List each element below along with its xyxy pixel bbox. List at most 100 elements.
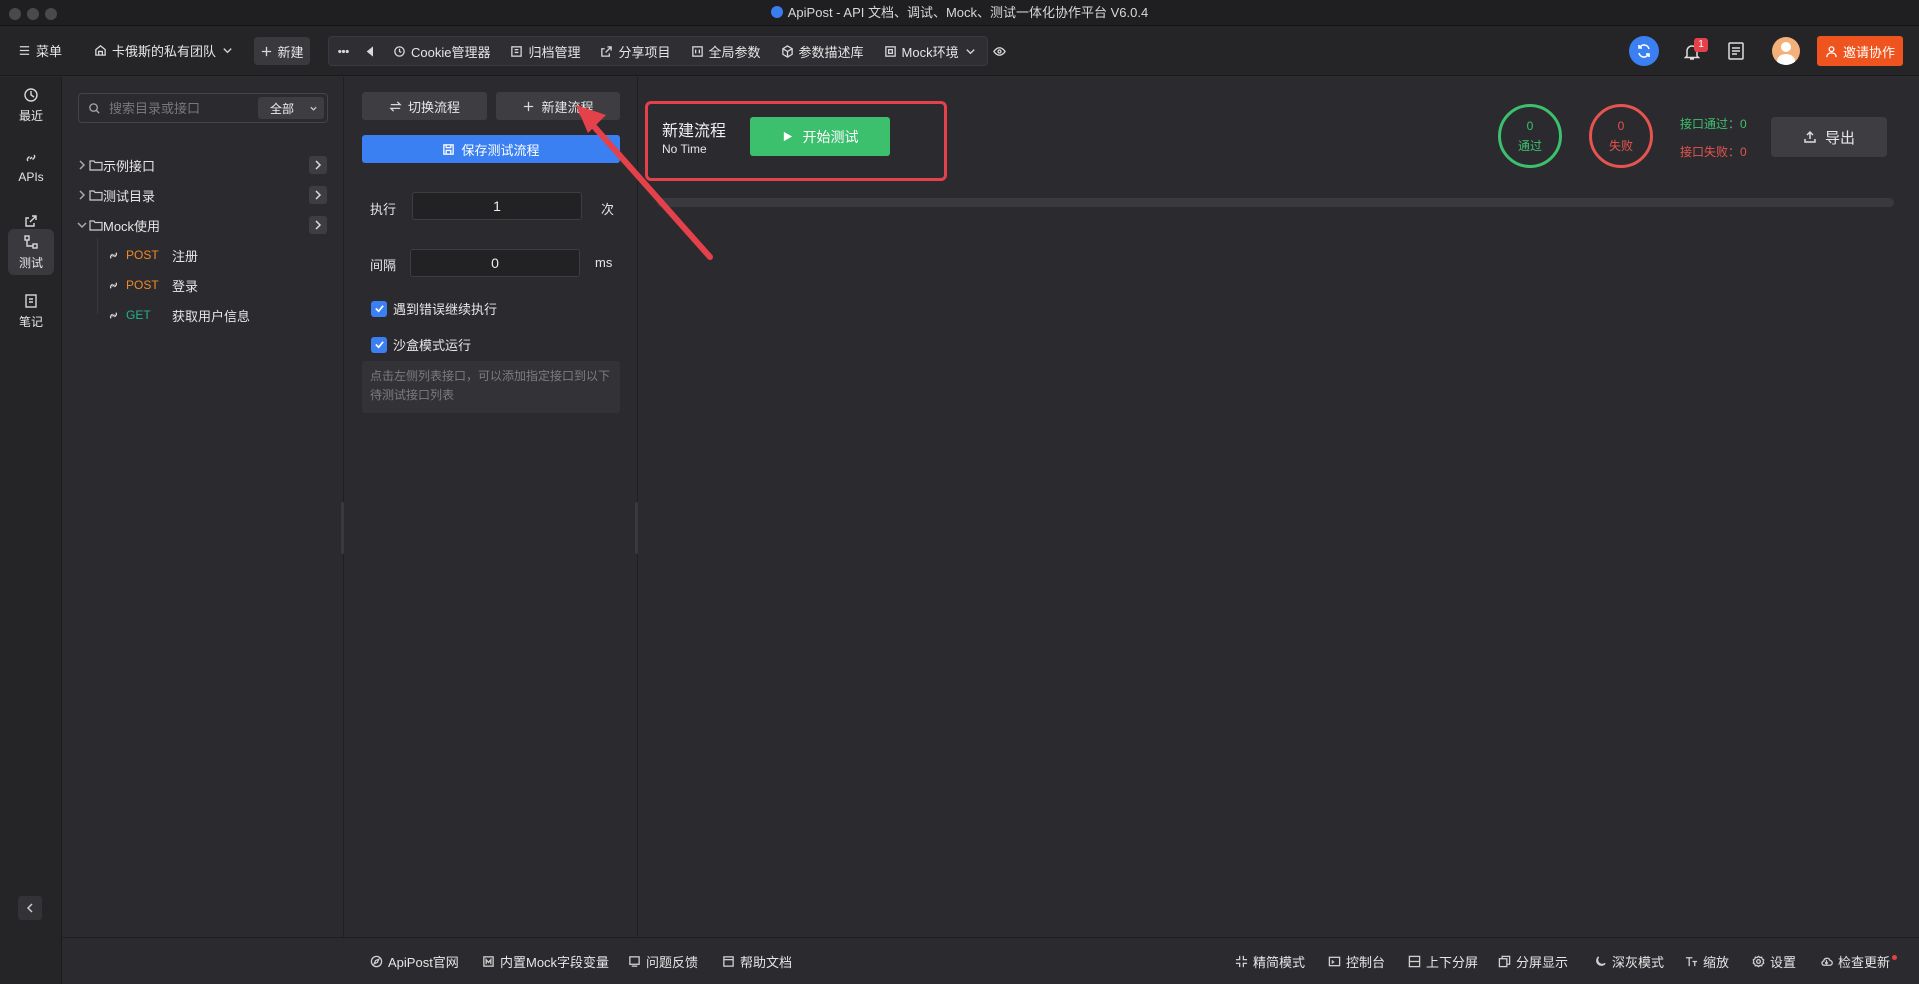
interval-label: 间隔 (370, 258, 397, 273)
chevron-down-icon (223, 48, 232, 54)
hamburger-icon (19, 46, 30, 55)
api-pass-text: 接口通过：0 (1680, 117, 1747, 131)
link-icon (109, 281, 118, 289)
status-mock-fields[interactable]: 内置Mock字段变量 (482, 952, 609, 971)
switch-flow-button[interactable]: 切换流程 (362, 92, 487, 120)
apipost-logo-icon (770, 6, 783, 18)
status-zoom[interactable]: 缩放 (1685, 952, 1729, 971)
mock-icon (483, 956, 494, 967)
export-button[interactable]: 导出 (1771, 117, 1887, 157)
annotation-arrow (576, 105, 713, 260)
top-toolbar: 菜单 卡俄斯的私有团队 新建 Cookie管理器 归档管理 分享项目 全局参数 … (0, 26, 1919, 76)
cube-icon (781, 44, 793, 58)
tool-mock-env[interactable]: Mock环境 (874, 37, 987, 65)
save-icon (443, 143, 455, 155)
pass-label: 通过 (1517, 138, 1542, 153)
status-official-site[interactable]: ApiPost官网 (370, 952, 459, 971)
swap-icon (389, 100, 402, 112)
avatar[interactable] (1772, 37, 1800, 65)
rail-item-apis[interactable]: APIs (8, 139, 54, 195)
chevron-right-icon (79, 190, 86, 200)
sync-button[interactable] (1629, 36, 1659, 66)
status-split-vertical[interactable]: 上下分屏 (1408, 952, 1478, 971)
progress-bar (657, 198, 1894, 207)
continue-on-error-option[interactable]: 遇到错误继续执行 (371, 299, 497, 318)
check-icon (374, 305, 384, 313)
rail-item-test[interactable]: 测试 (8, 229, 54, 275)
api-fail-text: 接口失败：0 (1680, 145, 1747, 159)
more-tools-button[interactable] (329, 37, 358, 65)
plus-icon (524, 101, 534, 111)
collapse-sidebar-button[interactable] (18, 896, 42, 920)
folder-more-button[interactable] (309, 186, 327, 204)
cookie-icon (394, 45, 405, 57)
tree-folder[interactable]: 测试目录 (62, 182, 344, 208)
compress-icon (1235, 955, 1248, 968)
font-size-icon (1685, 957, 1698, 967)
copy-icon (1498, 955, 1511, 968)
window-title: ApiPost - API 文档、调试、Mock、测试一体化协作平台 V6.0.… (0, 0, 1919, 26)
menu-button[interactable]: 菜单 (18, 41, 62, 60)
tool-param-library[interactable]: 参数描述库 (771, 37, 874, 65)
folder-more-button[interactable] (309, 156, 327, 174)
continue-on-error-checkbox[interactable] (371, 300, 387, 317)
chevron-right-icon (315, 160, 322, 170)
console-icon (1328, 956, 1341, 967)
link-icon (26, 154, 36, 162)
eye-icon (992, 46, 1006, 56)
plus-icon (262, 46, 272, 56)
chevron-down-icon (965, 48, 975, 54)
api-tree-panel: 全部 (62, 77, 344, 937)
interval-input[interactable] (410, 249, 580, 277)
left-rail: 最近 APIs 分享 测试 笔记 (0, 77, 62, 984)
notification-badge: 1 (1694, 38, 1708, 52)
status-settings[interactable]: 设置 (1752, 952, 1796, 971)
check-icon (374, 341, 384, 349)
status-compact-mode[interactable]: 精简模式 (1235, 952, 1305, 971)
sandbox-checkbox[interactable] (371, 336, 387, 353)
fail-count: 0 (1617, 118, 1625, 133)
start-test-button[interactable]: 开始测试 (750, 117, 890, 156)
clock-icon (24, 87, 38, 102)
folder-more-button[interactable] (309, 216, 327, 234)
new-button[interactable]: 新建 (254, 37, 310, 65)
tree-folder[interactable]: 示例接口 (62, 152, 344, 178)
tool-cookie-manager[interactable]: Cookie管理器 (383, 37, 500, 65)
refresh-icon (1638, 44, 1650, 58)
params-icon (691, 45, 703, 57)
tree-api-item[interactable]: POST 登录 (62, 272, 344, 298)
rail-item-notes[interactable]: 笔记 (8, 283, 54, 339)
invite-button[interactable]: 邀请协作 (1817, 36, 1903, 66)
tree-api-item[interactable]: POST 注册 (62, 242, 344, 268)
status-dark-mode[interactable]: 深灰模式 (1594, 952, 1664, 971)
share-icon (25, 214, 37, 227)
tool-global-params[interactable]: 全局参数 (681, 37, 771, 65)
doc-icon (723, 956, 734, 967)
tree-api-item[interactable]: GET 获取用户信息 (62, 302, 344, 328)
scroll-left-button[interactable] (358, 37, 383, 65)
split-icon (1408, 955, 1421, 968)
feedback-icon (629, 956, 640, 967)
note-icon (25, 293, 37, 308)
status-feedback[interactable]: 问题反馈 (628, 952, 698, 971)
status-check-update[interactable]: 检查更新 (1820, 952, 1898, 971)
status-console[interactable]: 控制台 (1328, 952, 1385, 971)
mock-icon (884, 45, 896, 57)
fail-label: 失败 (1608, 138, 1633, 153)
env-preview-button[interactable] (987, 37, 1012, 65)
flow-icon (24, 234, 38, 249)
team-selector[interactable]: 卡俄斯的私有团队 (94, 41, 234, 60)
tool-share-project[interactable]: 分享项目 (590, 37, 680, 65)
user-icon (1826, 45, 1837, 57)
sandbox-option[interactable]: 沙盒模式运行 (371, 335, 471, 354)
exec-count-input[interactable] (412, 192, 582, 220)
rail-item-recent[interactable]: 最近 (8, 77, 54, 133)
memo-icon (1728, 42, 1744, 60)
status-split-display[interactable]: 分屏显示 (1498, 952, 1568, 971)
status-help-docs[interactable]: 帮助文档 (722, 952, 792, 971)
notes-button[interactable] (1726, 41, 1746, 61)
tree-folder[interactable]: Mock使用 (62, 212, 344, 238)
notification-button[interactable]: 1 (1680, 38, 1708, 66)
tool-archive[interactable]: 归档管理 (500, 37, 590, 65)
chevron-down-icon (77, 222, 87, 229)
